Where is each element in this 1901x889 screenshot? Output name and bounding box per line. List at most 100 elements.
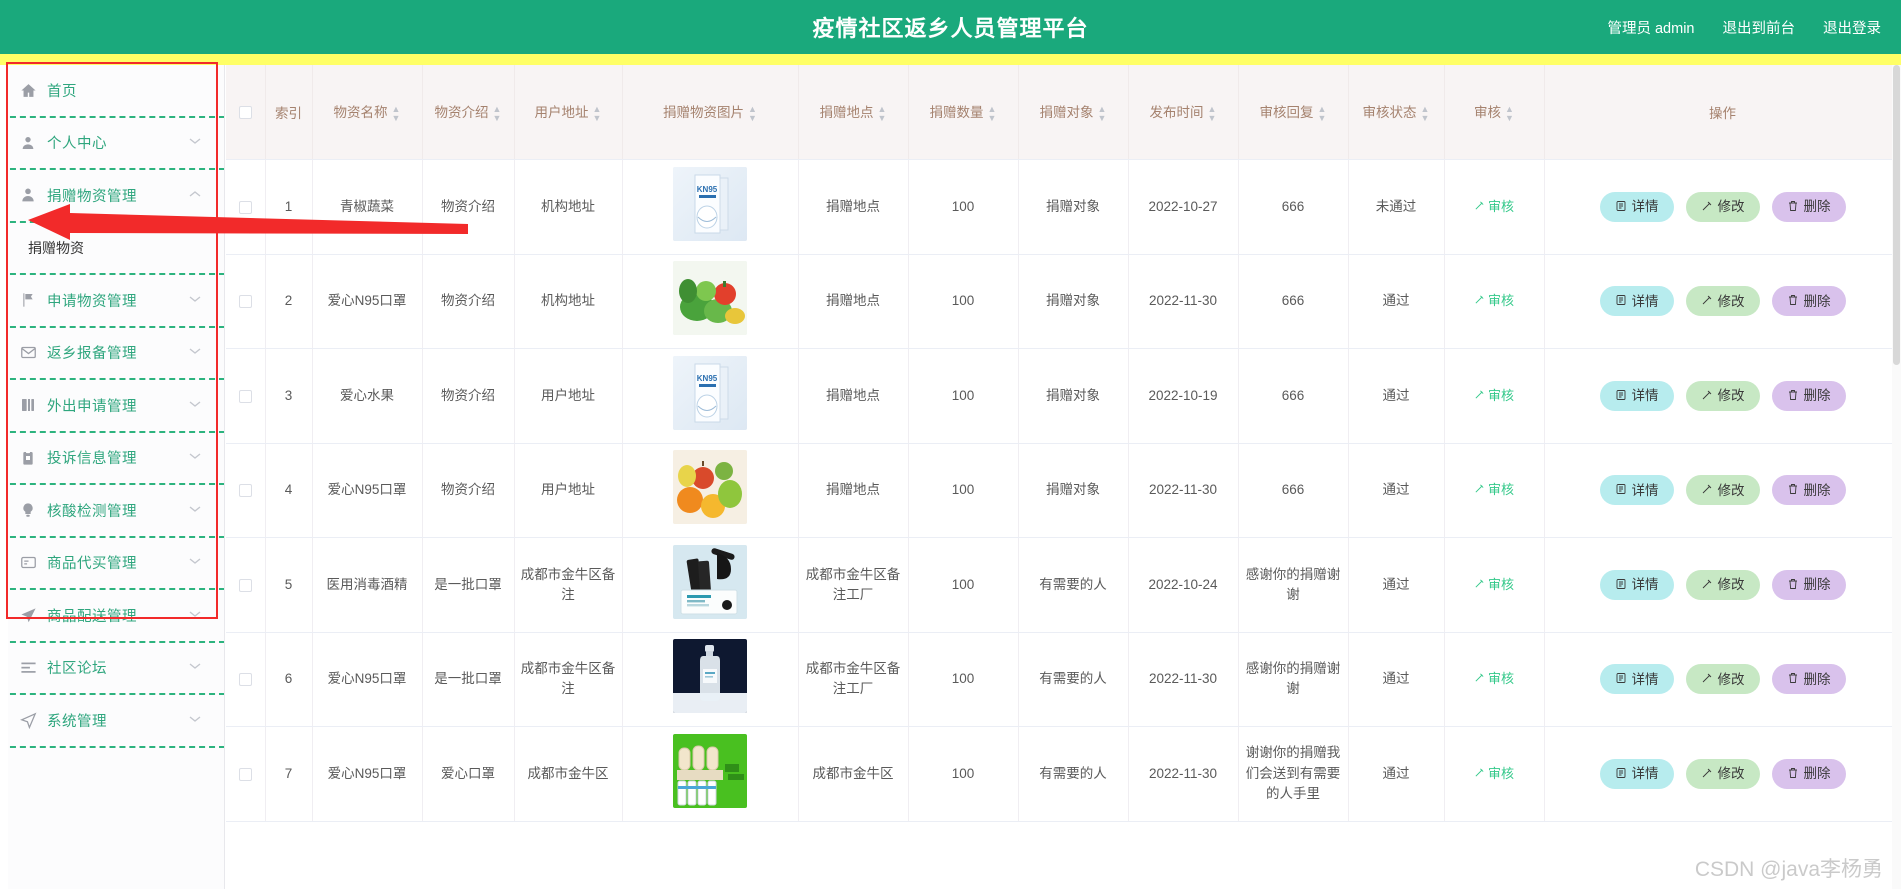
column-header-name[interactable]: 物资名称 ▲ ▼ xyxy=(312,65,423,160)
edit-button-label: 修改 xyxy=(1717,671,1745,687)
audit-link[interactable]: 审核 xyxy=(1474,764,1514,784)
detail-button[interactable]: 详情 xyxy=(1599,191,1674,222)
sidebar-item-7[interactable]: 投诉信息管理 xyxy=(0,432,224,485)
vertical-scrollbar[interactable] xyxy=(1892,65,1901,889)
row-checkbox[interactable] xyxy=(238,578,252,592)
delete-button[interactable]: 删除 xyxy=(1771,664,1846,695)
edit-button[interactable]: 修改 xyxy=(1685,380,1760,411)
column-header-user_address[interactable]: 用户地址 ▲ ▼ xyxy=(514,65,623,160)
select-all-checkbox[interactable] xyxy=(238,106,252,120)
donation-item-thumbnail[interactable] xyxy=(673,544,747,619)
delete-button[interactable]: 删除 xyxy=(1771,380,1846,411)
sidebar-item-2[interactable]: 个人中心 xyxy=(0,117,224,170)
chevron-down-icon xyxy=(189,505,201,516)
sidebar-submenu-item-donation-supplies[interactable]: 捐赠物资 xyxy=(0,222,224,275)
delete-button[interactable]: 删除 xyxy=(1771,475,1846,506)
sort-toggle-icon[interactable]: ▲ ▼ xyxy=(1208,104,1217,123)
delete-button[interactable]: 删除 xyxy=(1771,569,1846,600)
column-header-intro[interactable]: 物资介绍 ▲ ▼ xyxy=(422,65,515,160)
cell-operations: 详情 修改 删除 xyxy=(1544,537,1901,633)
sort-toggle-icon[interactable]: ▲ ▼ xyxy=(1421,104,1430,123)
sidebar-item-12[interactable]: 系统管理 xyxy=(0,695,224,748)
column-header-publish_time[interactable]: 发布时间 ▲ ▼ xyxy=(1128,65,1239,160)
sort-toggle-icon[interactable]: ▲ ▼ xyxy=(1098,104,1107,123)
donation-item-thumbnail[interactable]: KN95 xyxy=(673,355,747,430)
sidebar-item-6[interactable]: 外出申请管理 xyxy=(0,380,224,433)
row-checkbox[interactable] xyxy=(238,389,252,403)
logout-link[interactable]: 退出登录 xyxy=(1823,17,1881,38)
cell-intro: 是一批口罩 xyxy=(422,632,515,727)
audit-link[interactable]: 审核 xyxy=(1474,386,1514,406)
cell-quantity: 100 xyxy=(908,726,1019,822)
column-header-quantity[interactable]: 捐赠数量 ▲ ▼ xyxy=(908,65,1019,160)
sidebar-item-10[interactable]: 商品配送管理 xyxy=(0,590,224,643)
detail-button[interactable]: 详情 xyxy=(1599,475,1674,506)
row-checkbox[interactable] xyxy=(238,484,252,498)
delete-button[interactable]: 删除 xyxy=(1771,758,1846,789)
chevron-down-icon xyxy=(189,715,201,726)
column-header-audit[interactable]: 审核 ▲ ▼ xyxy=(1444,65,1545,160)
audit-link[interactable]: 审核 xyxy=(1474,480,1514,500)
column-header-target[interactable]: 捐赠对象 ▲ ▼ xyxy=(1018,65,1129,160)
sort-toggle-icon[interactable]: ▲ ▼ xyxy=(878,104,887,123)
scrollbar-thumb[interactable] xyxy=(1893,65,1900,365)
audit-link[interactable]: 审核 xyxy=(1474,197,1514,217)
sort-toggle-icon[interactable]: ▲ ▼ xyxy=(1505,104,1514,123)
edit-button[interactable]: 修改 xyxy=(1685,569,1760,600)
cell-audit-reply: 666 xyxy=(1238,348,1349,444)
row-checkbox[interactable] xyxy=(238,200,252,214)
donation-item-thumbnail[interactable] xyxy=(673,261,747,336)
edit-button[interactable]: 修改 xyxy=(1685,286,1760,317)
sidebar-item-label: 核酸检测管理 xyxy=(47,503,137,520)
audit-link[interactable]: 审核 xyxy=(1474,291,1514,311)
detail-button[interactable]: 详情 xyxy=(1599,664,1674,695)
detail-button[interactable]: 详情 xyxy=(1599,380,1674,411)
sidebar-item-4[interactable]: 申请物资管理 xyxy=(0,275,224,328)
trash-icon xyxy=(1787,672,1799,686)
donation-item-thumbnail[interactable]: KN95 xyxy=(673,166,747,241)
row-select-cell xyxy=(226,443,266,538)
column-header-audit_reply[interactable]: 审核回复 ▲ ▼ xyxy=(1238,65,1349,160)
edit-button[interactable]: 修改 xyxy=(1685,191,1760,222)
audit-link[interactable]: 审核 xyxy=(1474,669,1514,689)
sort-toggle-icon[interactable]: ▲ ▼ xyxy=(593,104,602,123)
detail-button[interactable]: 详情 xyxy=(1599,758,1674,789)
edit-button[interactable]: 修改 xyxy=(1685,758,1760,789)
sort-toggle-icon[interactable]: ▲ ▼ xyxy=(748,104,757,123)
sort-toggle-icon[interactable]: ▲ ▼ xyxy=(1318,104,1327,123)
delete-button-label: 删除 xyxy=(1803,766,1831,781)
sidebar-item-9[interactable]: 商品代买管理 xyxy=(0,537,224,590)
table-row: 1 青椒蔬菜 物资介绍 机构地址 KN95 捐赠地点 100 捐赠对象 2022-10-27 66… xyxy=(226,159,1901,255)
column-header-place[interactable]: 捐赠地点 ▲ ▼ xyxy=(798,65,909,160)
delete-button[interactable]: 删除 xyxy=(1771,191,1846,222)
sidebar-item-11[interactable]: 社区论坛 xyxy=(0,642,224,695)
chevron-down-icon xyxy=(189,137,201,148)
sort-toggle-icon[interactable]: ▲ ▼ xyxy=(392,104,401,123)
donation-item-thumbnail[interactable] xyxy=(673,639,747,714)
cell-place: 成都市金牛区 xyxy=(798,726,909,822)
sidebar-item-1[interactable]: 首页 xyxy=(0,65,224,118)
donation-item-thumbnail[interactable] xyxy=(673,733,747,808)
edit-button[interactable]: 修改 xyxy=(1685,664,1760,695)
row-checkbox[interactable] xyxy=(238,295,252,309)
column-header-audit_status[interactable]: 审核状态 ▲ ▼ xyxy=(1348,65,1445,160)
sidebar-item-8[interactable]: 核酸检测管理 xyxy=(0,485,224,538)
table-row: 2 爱心N95口罩 物资介绍 机构地址 捐赠地点 100 捐赠对象 2022-11-30 666… xyxy=(226,254,1901,349)
detail-button[interactable]: 详情 xyxy=(1599,286,1674,317)
delete-button[interactable]: 删除 xyxy=(1771,286,1846,317)
edit-button[interactable]: 修改 xyxy=(1685,475,1760,506)
sidebar-item-3[interactable]: 捐赠物资管理 xyxy=(0,170,224,223)
exit-to-frontend-link[interactable]: 退出到前台 xyxy=(1723,17,1796,38)
cell-audit-reply: 感谢你的捐赠谢谢 xyxy=(1238,632,1349,727)
row-checkbox[interactable] xyxy=(238,767,252,781)
cell-audit-status: 通过 xyxy=(1348,726,1445,822)
sort-toggle-icon[interactable]: ▲ ▼ xyxy=(988,104,997,123)
sort-toggle-icon[interactable]: ▲ ▼ xyxy=(493,104,502,123)
donation-item-thumbnail[interactable] xyxy=(673,450,747,525)
column-header-image[interactable]: 捐赠物资图片 ▲ ▼ xyxy=(622,65,799,160)
sidebar-item-5[interactable]: 返乡报备管理 xyxy=(0,327,224,380)
row-checkbox[interactable] xyxy=(238,673,252,687)
audit-link[interactable]: 审核 xyxy=(1474,575,1514,595)
detail-button[interactable]: 详情 xyxy=(1599,569,1674,600)
sidebar-item-label: 捐赠物资管理 xyxy=(47,188,137,205)
